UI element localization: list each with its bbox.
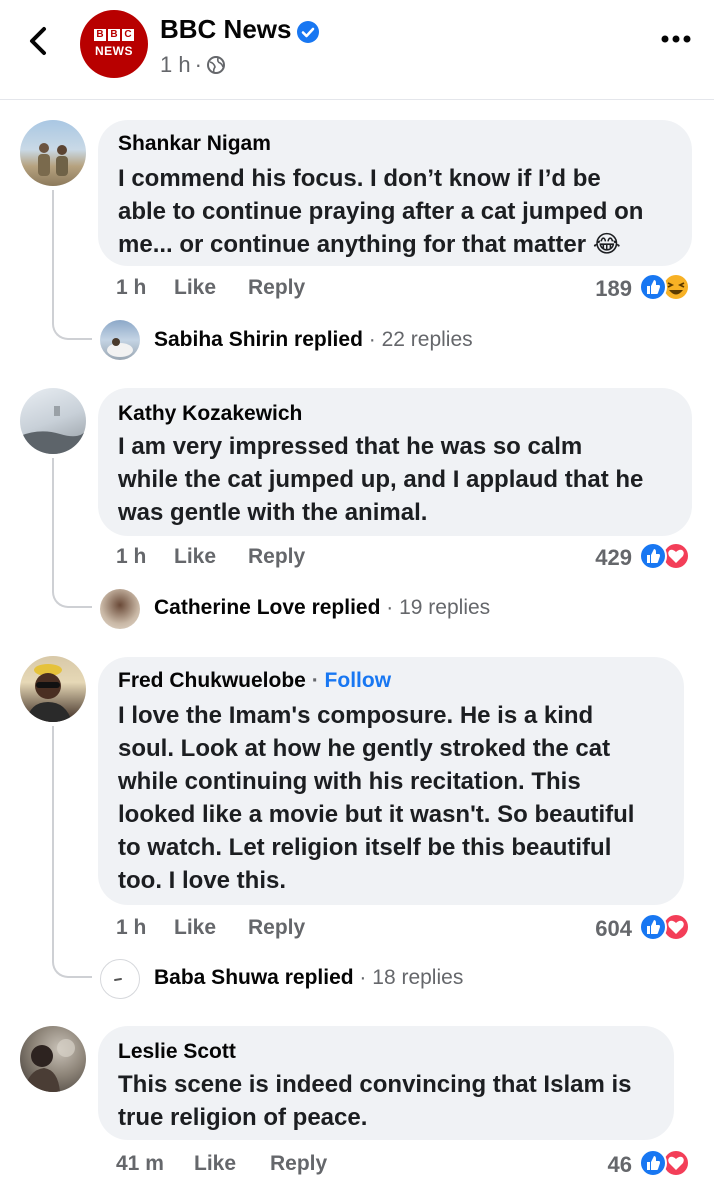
replier-avatar[interactable]	[100, 320, 140, 360]
bbc-news-avatar[interactable]: BBC NEWS	[80, 10, 148, 78]
person-photo-icon	[24, 1039, 75, 1092]
person-photo-icon	[107, 338, 133, 357]
people-photo-icon	[38, 143, 68, 176]
post-header: BBC NEWS BBC News 1 h ·	[0, 0, 714, 100]
commenter-avatar[interactable]	[20, 1026, 86, 1092]
comment-author[interactable]: Kathy Kozakewich	[118, 402, 302, 426]
replier-avatar[interactable]	[100, 959, 140, 999]
meta-separator: ·	[194, 52, 202, 77]
comment-line: I am very impressed that he was so calm	[118, 433, 583, 460]
replier-name[interactable]: Sabiha Shirin	[154, 328, 288, 351]
reply-separator: ·	[386, 596, 394, 619]
like-button[interactable]: Like	[174, 545, 216, 569]
comment-line: while continuing with his recitation. Th…	[118, 768, 581, 795]
comment-time[interactable]: 1 h	[116, 545, 146, 569]
comment-text: I commend his focus. I don’t know if I’d…	[118, 162, 643, 261]
commenter-avatar[interactable]	[20, 120, 86, 186]
reply-button[interactable]: Reply	[248, 916, 305, 940]
post-meta: 1 h ·	[160, 52, 226, 78]
reactions-like-haha-icon[interactable]	[638, 272, 698, 302]
logo-letter-b1: B	[94, 29, 106, 41]
comment-line: soul. Look at how he gently stroked the …	[118, 735, 611, 762]
comment-line: while the cat jumped up, and I applaud t…	[118, 466, 644, 493]
comment-line: was gentle with the animal.	[118, 499, 428, 526]
comment-author: Fred Chukwuelobe · Follow	[118, 669, 391, 693]
reactions-like-love-icon[interactable]	[638, 541, 698, 571]
comment-text: This scene is indeed convincing that Isl…	[118, 1068, 631, 1134]
comment-line: able to continue praying after a cat jum…	[118, 198, 644, 225]
reply-button[interactable]: Reply	[248, 276, 305, 300]
like-button[interactable]: Like	[194, 1152, 236, 1176]
reply-preview[interactable]: Baba Shuwa replied · 18 replies	[154, 966, 463, 990]
like-button[interactable]: Like	[174, 276, 216, 300]
replied-label: replied	[311, 596, 381, 619]
comment-line: I commend his focus. I don’t know if I’d…	[118, 165, 601, 192]
thread-connector	[52, 190, 92, 340]
logo-letter-b2: B	[108, 29, 120, 41]
small-arrow-icon	[114, 978, 122, 981]
reply-separator: ·	[368, 328, 376, 351]
comment-line: I love the Imam's composure. He is a kin…	[118, 702, 594, 729]
reaction-count[interactable]: 189	[576, 276, 632, 302]
comment-line: to watch. Let religion itself be this be…	[118, 834, 612, 861]
thread-connector	[52, 726, 92, 978]
comment-line: too. I love this.	[118, 867, 287, 894]
reply-separator: ·	[359, 966, 367, 989]
comment-time[interactable]: 41 m	[116, 1152, 164, 1176]
replied-label: replied	[294, 328, 363, 351]
person-photo-icon	[26, 664, 72, 722]
reply-button[interactable]: Reply	[248, 545, 305, 569]
logo-news-text: NEWS	[95, 44, 133, 58]
page-name[interactable]: BBC News	[160, 14, 291, 45]
comment-text: I love the Imam's composure. He is a kin…	[118, 699, 634, 897]
reply-preview[interactable]: Catherine Love replied · 19 replies	[154, 596, 490, 620]
reply-count[interactable]: 18 replies	[372, 966, 463, 989]
replier-name[interactable]: Baba Shuwa	[154, 966, 279, 989]
comment-time[interactable]: 1 h	[116, 276, 146, 300]
reply-button[interactable]: Reply	[270, 1152, 327, 1176]
bbc-logo-icon: BBC	[94, 29, 134, 41]
photo-icon	[20, 406, 86, 454]
comment-line: me... or continue anything for that matt…	[118, 231, 621, 258]
reply-count[interactable]: 19 replies	[399, 596, 490, 619]
globe-icon	[206, 56, 225, 74]
comment-time[interactable]: 1 h	[116, 916, 146, 940]
commenter-avatar[interactable]	[20, 656, 86, 722]
verified-badge-icon	[297, 21, 319, 43]
reactions-like-love-icon[interactable]	[638, 1148, 698, 1178]
commenter-avatar[interactable]	[20, 388, 86, 454]
comment-bubble[interactable]: Kathy Kozakewich I am very impressed tha…	[98, 388, 692, 536]
comment-bubble[interactable]: Fred Chukwuelobe · Follow I love the Ima…	[98, 657, 684, 905]
replier-avatar[interactable]	[100, 589, 140, 629]
comment-line: looked like a movie but it wasn't. So be…	[118, 801, 635, 828]
reaction-count[interactable]: 429	[576, 545, 632, 571]
replier-name[interactable]: Catherine Love	[154, 596, 306, 619]
comment-bubble[interactable]: Leslie Scott This scene is indeed convin…	[98, 1026, 674, 1140]
comment-author[interactable]: Leslie Scott	[118, 1040, 236, 1064]
more-options-icon[interactable]	[660, 34, 692, 44]
thread-connector	[52, 458, 92, 608]
comment-text: I am very impressed that he was so calm …	[118, 430, 643, 529]
reply-count[interactable]: 22 replies	[382, 328, 473, 351]
comment-author-name[interactable]: Fred Chukwuelobe	[118, 669, 306, 692]
replied-label: replied	[284, 966, 354, 989]
reactions-like-love-icon[interactable]	[638, 912, 698, 942]
follow-button[interactable]: Follow	[325, 669, 392, 692]
like-button[interactable]: Like	[174, 916, 216, 940]
post-time[interactable]: 1 h	[160, 52, 191, 78]
reply-preview[interactable]: Sabiha Shirin replied · 22 replies	[154, 328, 473, 352]
comment-author[interactable]: Shankar Nigam	[118, 132, 271, 156]
logo-letter-c: C	[122, 29, 134, 41]
reaction-count[interactable]: 604	[576, 916, 632, 942]
back-arrow-icon[interactable]	[22, 24, 56, 58]
reaction-count[interactable]: 46	[576, 1152, 632, 1178]
comment-line: true religion of peace.	[118, 1104, 368, 1131]
follow-separator: ·	[311, 669, 319, 692]
comment-bubble[interactable]: Shankar Nigam I commend his focus. I don…	[98, 120, 692, 266]
comment-line: This scene is indeed convincing that Isl…	[118, 1071, 632, 1098]
